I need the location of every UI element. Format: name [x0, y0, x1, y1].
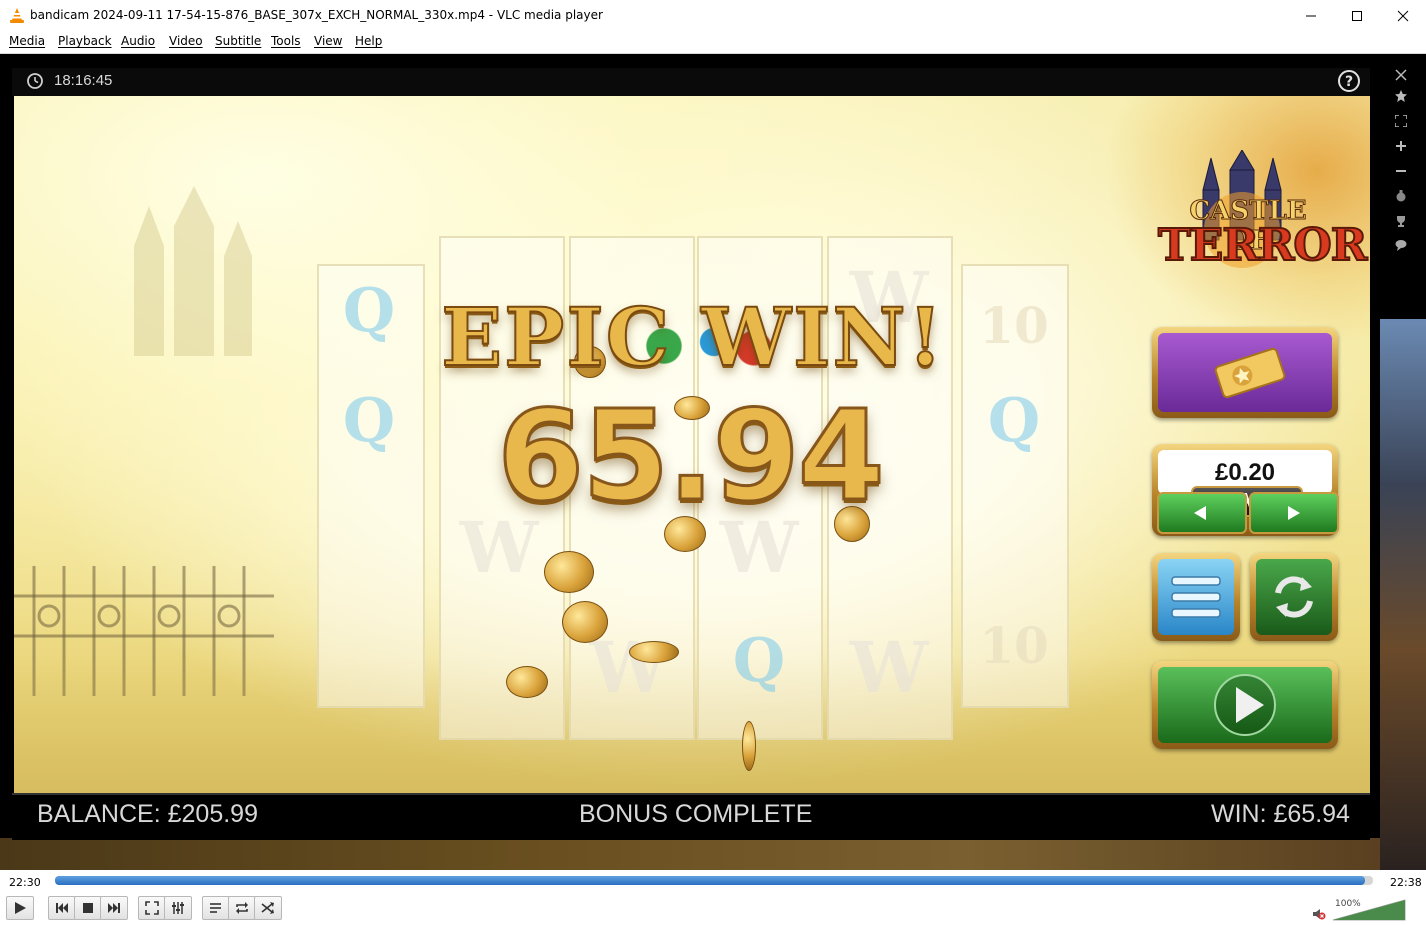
title-bar: bandicam 2024-09-11 17-54-15-876_BASE_30…: [0, 0, 1426, 31]
loop-icon: [236, 902, 248, 914]
close-icon: [1397, 10, 1409, 21]
zoom-out-icon[interactable]: [1391, 161, 1411, 181]
shuffle-button[interactable]: [254, 896, 282, 920]
stake-increase-button[interactable]: [1249, 492, 1339, 534]
hamburger-icon: [1171, 576, 1221, 618]
gold-coin: [629, 641, 679, 663]
playlist-button[interactable]: [202, 896, 230, 920]
epic-win-headline: EPIC WIN!: [440, 289, 945, 385]
spin-button[interactable]: [1152, 661, 1338, 749]
mute-icon[interactable]: [1312, 907, 1326, 921]
fullscreen-icon[interactable]: [1391, 111, 1411, 131]
autoplay-loop-icon: [1275, 576, 1313, 618]
reel-symbol-q: Q: [342, 276, 396, 346]
menu-audio[interactable]: Audio: [121, 34, 155, 48]
reel-symbol-q: Q: [987, 386, 1041, 456]
menu-tools[interactable]: Tools: [271, 34, 301, 48]
castle-silhouette: [134, 186, 252, 356]
gold-coin: [562, 601, 608, 643]
minimize-icon: [1306, 15, 1316, 16]
maximize-button[interactable]: [1334, 0, 1380, 31]
volume-slider[interactable]: [1332, 899, 1406, 921]
next-button[interactable]: [100, 896, 128, 920]
help-icon[interactable]: ?: [1337, 69, 1361, 93]
stop-button[interactable]: [74, 896, 102, 920]
game-menu-button[interactable]: [1152, 553, 1240, 641]
ticket-icon: [1214, 347, 1286, 399]
play-button[interactable]: [6, 896, 34, 920]
maximize-icon: [1352, 10, 1362, 21]
menu-view[interactable]: View: [314, 34, 342, 48]
menu-subtitle[interactable]: Subtitle: [215, 34, 261, 48]
vlc-cone-icon: [10, 8, 24, 23]
stake-decrease-button[interactable]: [1157, 492, 1247, 534]
overlay-close-icon[interactable]: [1391, 65, 1411, 85]
win-amount-display: 65.94: [496, 383, 886, 531]
elapsed-time: 22:30: [9, 876, 41, 889]
minimize-button[interactable]: [1288, 0, 1334, 31]
arrow-left-icon: [1194, 506, 1206, 520]
clock-icon: [27, 73, 43, 89]
menu-bar: Media Playback Audio Video Subtitle Tool…: [0, 31, 1426, 54]
stop-icon: [83, 903, 93, 913]
reel-symbol-w: W: [849, 626, 929, 709]
loop-button[interactable]: [228, 896, 256, 920]
video-surface[interactable]: 18:16:45 ? Q Q Q Q W W W W W 10 10 EPIC …: [0, 54, 1426, 870]
reel-symbol-q: Q: [732, 626, 786, 696]
playlist-icon: [210, 903, 221, 913]
play-icon: [15, 902, 26, 914]
game-header-bar: [12, 68, 1370, 96]
logo-text-bottom: TERROR: [1157, 219, 1368, 272]
zoom-in-icon[interactable]: [1391, 136, 1411, 156]
play-icon: [1214, 674, 1276, 736]
svg-text:?: ?: [1345, 74, 1353, 90]
buy-feature-button[interactable]: [1152, 327, 1338, 418]
reel-symbol-10: 10: [979, 296, 1049, 355]
fullscreen-button[interactable]: [138, 896, 166, 920]
background-scenery-right: [1380, 319, 1426, 870]
gold-coin: [742, 721, 756, 771]
seek-bar-progress: [55, 876, 1366, 885]
menu-help[interactable]: Help: [355, 34, 382, 48]
total-time[interactable]: 22:38: [1390, 876, 1422, 889]
reel-symbol-q: Q: [342, 386, 396, 456]
trophy-icon[interactable]: [1391, 211, 1411, 231]
previous-icon: [56, 903, 68, 913]
background-scenery-bottom: [0, 838, 1380, 870]
fullscreen-icon: [145, 901, 159, 915]
gold-coin: [506, 666, 548, 698]
extended-settings-button[interactable]: [164, 896, 192, 920]
next-icon: [108, 903, 120, 913]
menu-playback[interactable]: Playback: [58, 34, 112, 48]
win-text: WIN: £65.94: [1211, 800, 1350, 828]
star-icon[interactable]: [1391, 86, 1411, 106]
shuffle-icon: [261, 902, 274, 914]
reel-symbol-10: 10: [979, 616, 1049, 675]
game-clock: 18:16:45: [54, 72, 113, 89]
arrow-right-icon: [1288, 506, 1300, 520]
window-title: bandicam 2024-09-11 17-54-15-876_BASE_30…: [30, 8, 603, 22]
menu-video[interactable]: Video: [169, 34, 203, 48]
chip-icon[interactable]: [1391, 186, 1411, 206]
previous-button[interactable]: [48, 896, 76, 920]
balance-text: BALANCE: £205.99: [37, 800, 258, 828]
menu-media[interactable]: Media: [9, 34, 45, 48]
autoplay-button[interactable]: [1250, 553, 1338, 641]
chat-icon[interactable]: [1391, 235, 1411, 255]
stake-value: £0.20: [1214, 459, 1276, 486]
bonus-status-text: BONUS COMPLETE: [579, 800, 813, 828]
equalizer-icon: [172, 902, 184, 914]
close-button[interactable]: [1380, 0, 1426, 31]
gold-coin: [544, 551, 594, 593]
